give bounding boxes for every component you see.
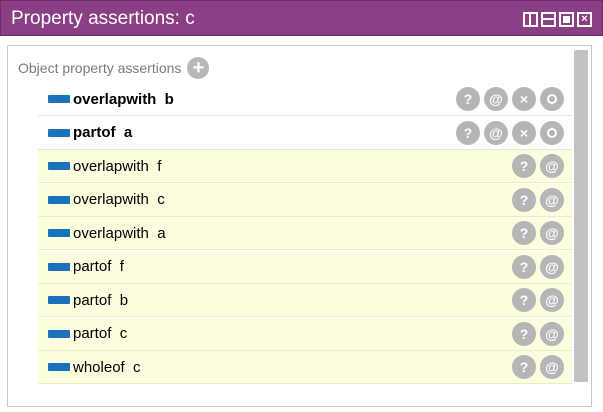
assertion-text: wholeof c <box>73 358 141 376</box>
row-actions: ? @ × <box>456 87 564 111</box>
object-property-icon <box>48 195 70 204</box>
row-actions: ? @ <box>512 288 564 312</box>
object-property-icon <box>48 329 70 338</box>
explanation-button[interactable]: ? <box>512 288 536 312</box>
annotate-button[interactable]: @ <box>540 221 564 245</box>
inferred-assertion-row[interactable]: partof c? @ <box>38 317 572 351</box>
delete-button[interactable]: × <box>512 120 536 145</box>
assertion-text: overlapwith f <box>73 157 162 175</box>
explanation-button[interactable]: ? <box>512 321 536 346</box>
assertion-text: partof a <box>73 124 133 141</box>
annotate-button[interactable]: @ <box>540 254 564 279</box>
row-actions: ? @ <box>512 321 564 346</box>
window-controls: × <box>523 12 592 27</box>
annotate-button[interactable]: @ <box>540 154 564 178</box>
asserted-assertion-row[interactable]: partof a? @ × <box>38 116 572 150</box>
row-actions: ? @ <box>512 355 564 379</box>
explanation-button[interactable]: ? <box>512 154 536 178</box>
edit-button[interactable] <box>540 120 564 145</box>
explanation-button[interactable]: ? <box>512 355 536 379</box>
object-property-icon <box>48 95 70 103</box>
vertical-scrollbar[interactable] <box>574 50 588 402</box>
object-property-icon <box>48 262 70 271</box>
row-actions: ? @ × <box>456 120 564 145</box>
scrollbar-thumb[interactable] <box>574 50 588 382</box>
row-actions: ? @ <box>512 221 564 245</box>
assertion-text: overlapwith c <box>73 191 165 208</box>
view-titlebar: Property assertions: c × <box>0 0 603 36</box>
annotate-button[interactable]: @ <box>484 120 508 145</box>
assertion-text: partof b <box>73 291 129 309</box>
object-property-icon <box>48 162 70 170</box>
assertion-text: overlapwith b <box>73 90 174 108</box>
explanation-button[interactable]: ? <box>512 187 536 212</box>
assertion-text: partof c <box>73 325 128 342</box>
assertions-panel: Object property assertions + overlapwith… <box>7 45 592 407</box>
asserted-assertion-row[interactable]: overlapwith b? @ × <box>38 83 572 116</box>
add-assertion-button[interactable]: + <box>187 57 210 79</box>
inferred-assertion-row[interactable]: partof f? @ <box>38 250 572 284</box>
row-actions: ? @ <box>512 154 564 178</box>
object-property-icon <box>48 363 70 371</box>
inferred-assertion-row[interactable]: wholeof c? @ <box>38 351 572 384</box>
assertion-text: partof f <box>73 258 124 275</box>
explanation-button[interactable]: ? <box>512 254 536 279</box>
view-title: Property assertions: c <box>11 8 195 29</box>
split-horizontal-icon[interactable] <box>541 12 556 27</box>
split-vertical-icon[interactable] <box>523 12 538 27</box>
section-header: Object property assertions + <box>18 56 210 80</box>
inferred-assertion-row[interactable]: partof b? @ <box>38 284 572 317</box>
annotate-button[interactable]: @ <box>484 87 508 111</box>
annotate-button[interactable]: @ <box>540 321 564 346</box>
assertion-text: overlapwith a <box>73 224 166 242</box>
annotate-button[interactable]: @ <box>540 288 564 312</box>
row-actions: ? @ <box>512 254 564 279</box>
inferred-assertion-row[interactable]: overlapwith c? @ <box>38 183 572 217</box>
inferred-assertion-row[interactable]: overlapwith a? @ <box>38 217 572 250</box>
delete-button[interactable]: × <box>512 87 536 111</box>
maximize-icon[interactable] <box>559 12 574 27</box>
explanation-button[interactable]: ? <box>456 120 480 145</box>
object-property-icon <box>48 296 70 304</box>
row-actions: ? @ <box>512 187 564 212</box>
explanation-button[interactable]: ? <box>512 221 536 245</box>
explanation-button[interactable]: ? <box>456 87 480 111</box>
inferred-assertion-row[interactable]: overlapwith f? @ <box>38 150 572 183</box>
annotate-button[interactable]: @ <box>540 187 564 212</box>
annotate-button[interactable]: @ <box>540 355 564 379</box>
edit-button[interactable] <box>540 87 564 111</box>
close-icon[interactable]: × <box>577 12 592 27</box>
object-property-icon <box>48 128 70 137</box>
section-label: Object property assertions <box>18 60 182 76</box>
object-property-icon <box>48 229 70 237</box>
